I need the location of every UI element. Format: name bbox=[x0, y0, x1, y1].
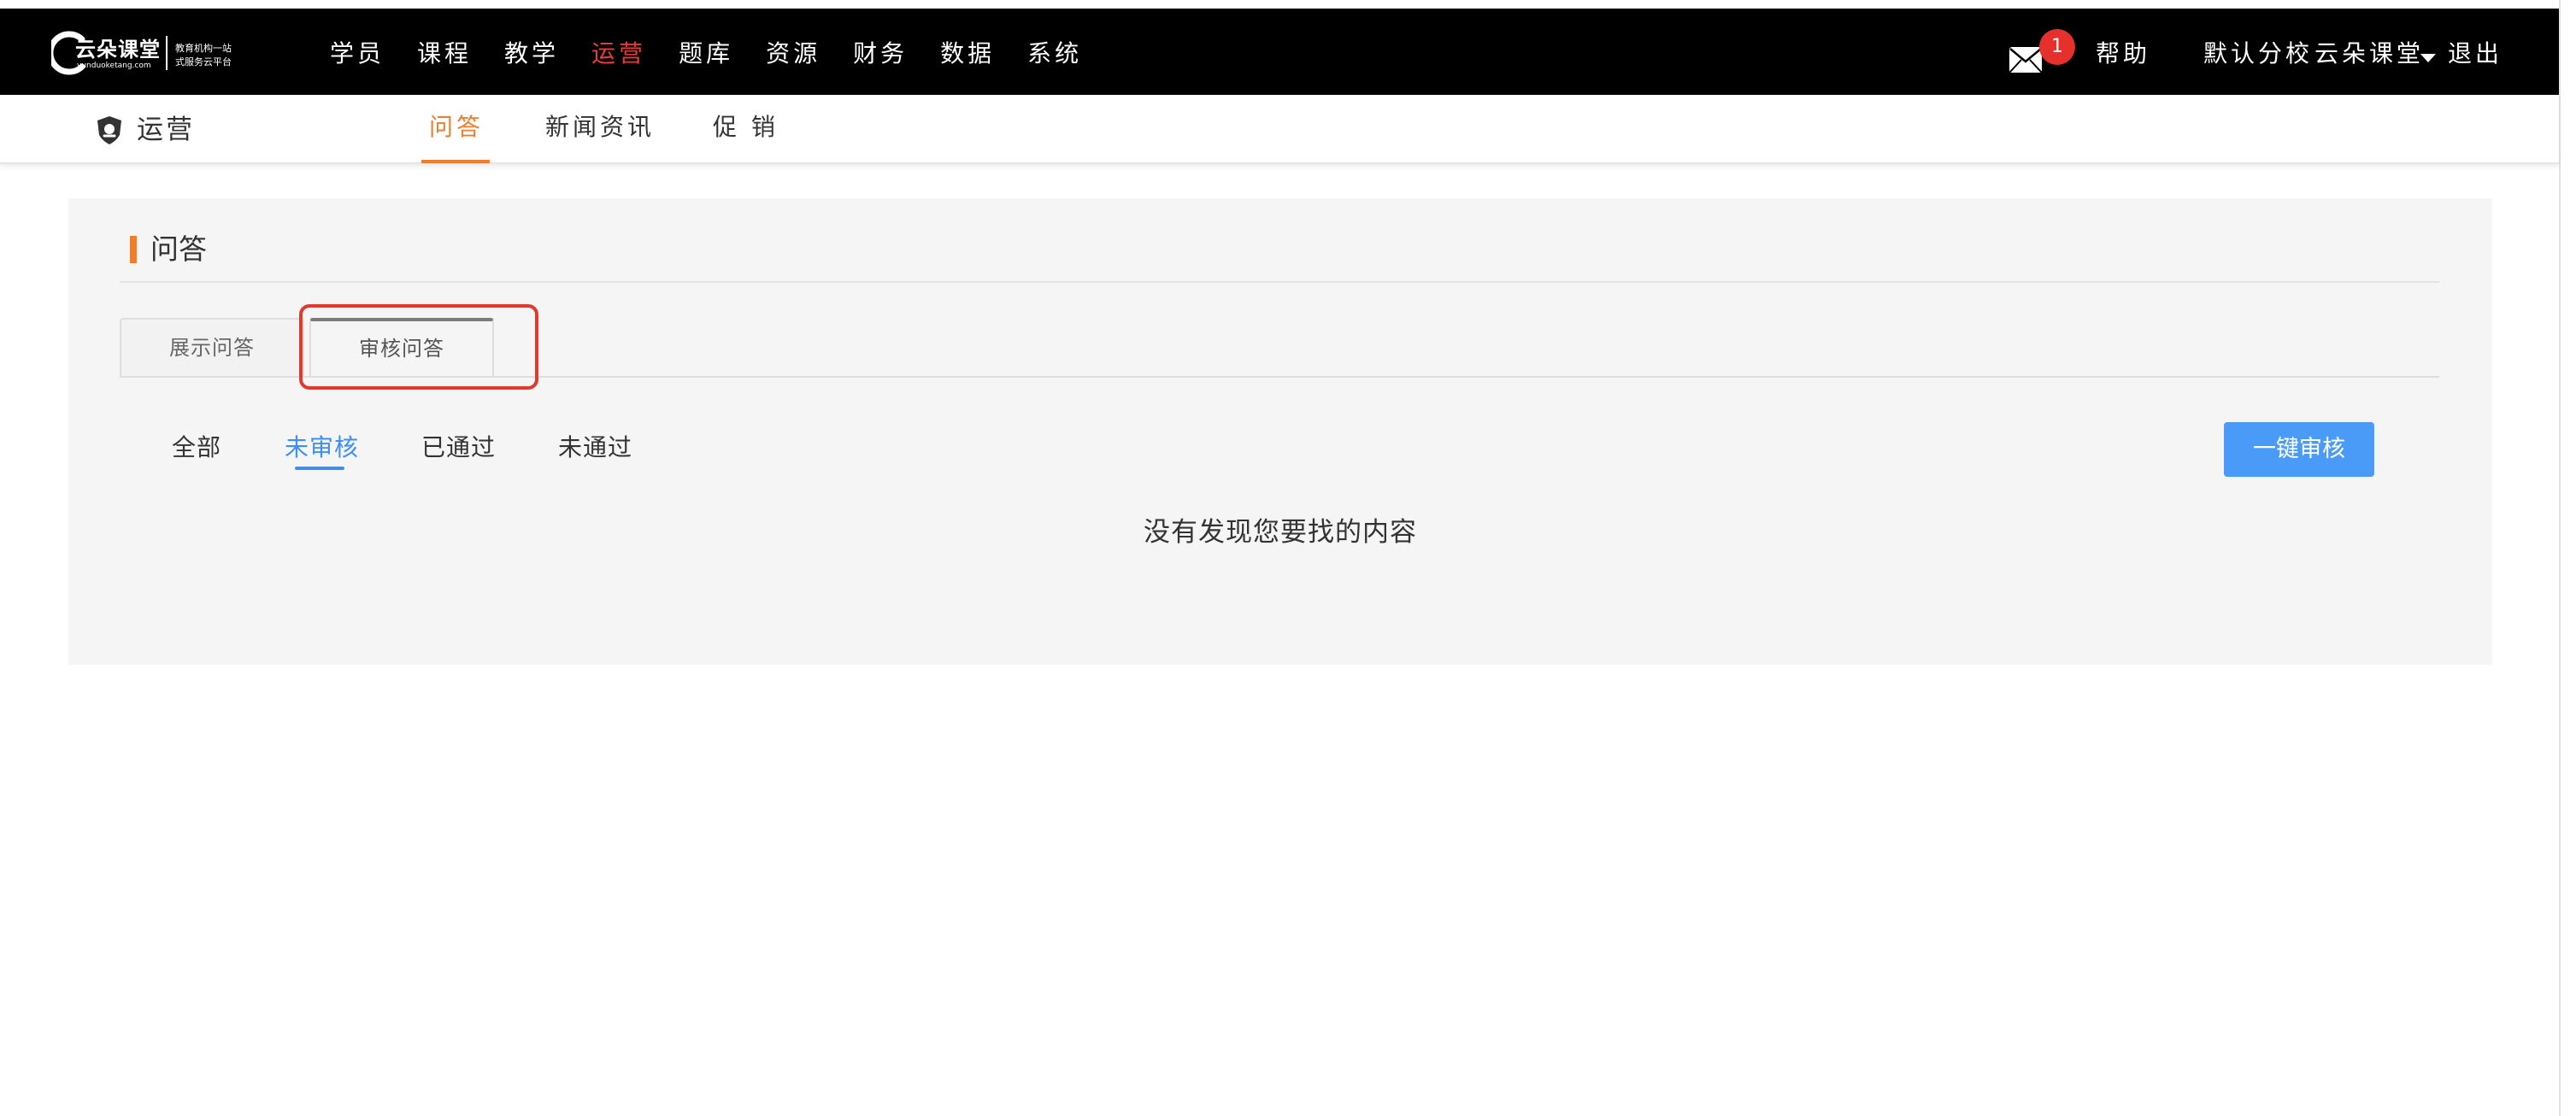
main-nav: 学员 课程 教学 运营 题库 资源 财务 数据 系统 bbox=[330, 9, 1115, 95]
page-frame: 云朵课堂 yunduoketang.com 教育机构一站 式服务云平台 学员 课… bbox=[0, 0, 2561, 1116]
highlight-annotation-box bbox=[299, 304, 538, 390]
main-nav-item-operations[interactable]: 运营 bbox=[591, 35, 646, 69]
logo-domain: yunduoketang.com bbox=[77, 62, 151, 70]
filter-approved[interactable]: 已通过 bbox=[421, 436, 496, 460]
logo-divider bbox=[166, 36, 168, 70]
mail-badge: 1 bbox=[2039, 29, 2075, 65]
filter-active-indicator bbox=[295, 467, 344, 470]
panel-divider bbox=[120, 281, 2439, 283]
branch-selector[interactable]: 默认分校 bbox=[2203, 42, 2313, 66]
main-nav-item-finance[interactable]: 财务 bbox=[853, 35, 908, 69]
help-link[interactable]: 帮助 bbox=[2096, 42, 2150, 66]
qa-panel: 问答 展示问答 审核问答 全部 未审核 已通过 未通过 一键审核 没有发现您要找… bbox=[68, 198, 2492, 665]
main-nav-item-courses[interactable]: 课程 bbox=[417, 35, 472, 69]
panel-title: 问答 bbox=[150, 232, 207, 266]
filter-unreviewed[interactable]: 未审核 bbox=[285, 436, 359, 460]
filter-rejected[interactable]: 未通过 bbox=[558, 436, 632, 460]
account-menu[interactable]: 云朵课堂 bbox=[2314, 42, 2424, 66]
tab-display-qa[interactable]: 展示问答 bbox=[120, 318, 304, 376]
shield-icon bbox=[97, 116, 121, 144]
empty-state-message: 没有发现您要找的内容 bbox=[1144, 517, 1417, 548]
logo[interactable]: 云朵课堂 yunduoketang.com 教育机构一站 式服务云平台 bbox=[51, 24, 248, 80]
filter-all[interactable]: 全部 bbox=[172, 436, 221, 460]
subnav-active-indicator bbox=[421, 160, 490, 163]
logo-slogan-line-1: 教育机构一站 bbox=[175, 43, 232, 54]
logout-link[interactable]: 退出 bbox=[2448, 42, 2502, 66]
mail-button[interactable]: 1 bbox=[2008, 29, 2075, 77]
main-nav-item-system[interactable]: 系统 bbox=[1027, 35, 1082, 69]
main-nav-item-teaching[interactable]: 教学 bbox=[504, 35, 559, 69]
mail-icon bbox=[2009, 47, 2042, 73]
one-click-review-button[interactable]: 一键审核 bbox=[2224, 422, 2374, 477]
secondary-nav: 运营 问答 新闻资讯 促 销 bbox=[0, 95, 2559, 164]
logo-slogan-line-2: 式服务云平台 bbox=[175, 56, 232, 68]
main-nav-item-students[interactable]: 学员 bbox=[330, 35, 385, 69]
main-nav-item-question-bank[interactable]: 题库 bbox=[679, 35, 733, 69]
main-nav-item-data[interactable]: 数据 bbox=[940, 35, 995, 69]
subnav-item-promotion[interactable]: 促 销 bbox=[713, 115, 779, 139]
subnav-item-qa[interactable]: 问答 bbox=[429, 115, 484, 139]
main-nav-item-resources[interactable]: 资源 bbox=[766, 35, 820, 69]
chevron-down-icon[interactable] bbox=[2420, 54, 2436, 62]
subnav-item-news[interactable]: 新闻资讯 bbox=[545, 115, 655, 139]
section-title: 运营 bbox=[137, 115, 195, 145]
logo-name: 云朵课堂 bbox=[75, 38, 161, 62]
top-header-bar: 云朵课堂 yunduoketang.com 教育机构一站 式服务云平台 学员 课… bbox=[0, 9, 2559, 95]
panel-title-accent bbox=[130, 236, 137, 263]
